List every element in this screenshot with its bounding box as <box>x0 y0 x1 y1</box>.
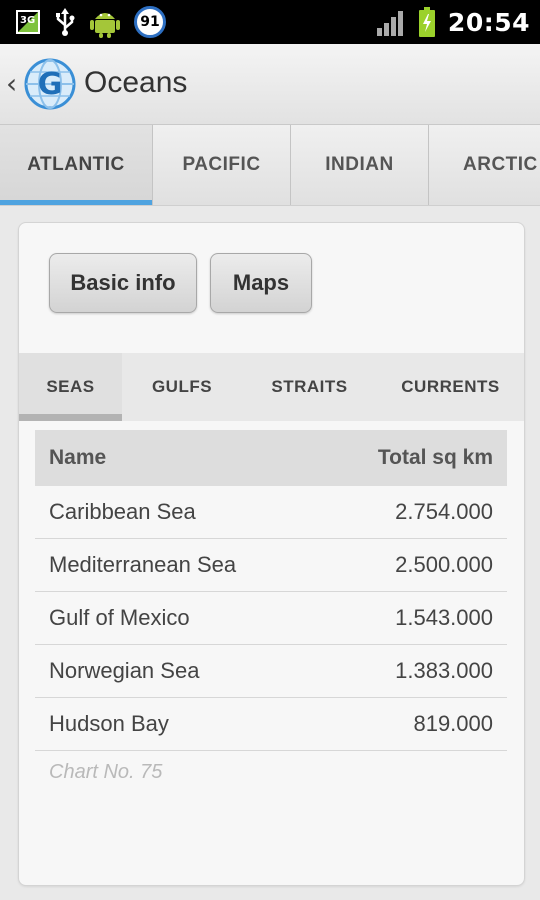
tab-currents[interactable]: CURRENTS <box>377 353 524 421</box>
subtab-label: SEAS <box>46 377 95 396</box>
tab-label: PACIFIC <box>182 154 261 175</box>
usb-icon <box>54 7 76 37</box>
subtab-label: CURRENTS <box>401 377 500 396</box>
subtab-label: STRAITS <box>271 377 348 396</box>
row-area: 2.754.000 <box>395 499 493 524</box>
logo-letter: G <box>38 67 63 102</box>
seas-table: Name Total sq km Caribbean Sea 2.754.000… <box>35 430 507 751</box>
tab-arctic[interactable]: ARCTIC <box>429 125 540 205</box>
header-area[interactable]: Total sq km <box>378 446 493 470</box>
tab-label: ATLANTIC <box>27 154 125 175</box>
tab-straits[interactable]: STRAITS <box>242 353 377 421</box>
notification-badge-icon: 91 <box>134 6 166 38</box>
badge-value: 91 <box>140 14 160 30</box>
globe-logo-icon[interactable]: G <box>24 58 76 110</box>
tab-atlantic[interactable]: ATLANTIC <box>0 125 153 205</box>
row-name: Norwegian Sea <box>49 658 200 683</box>
category-tabs: SEAS GULFS STRAITS CURRENTS <box>19 353 524 421</box>
tab-label: INDIAN <box>325 154 394 175</box>
status-bar: 3G 91 20:54 <box>0 0 540 44</box>
header-name[interactable]: Name <box>49 446 106 470</box>
chevron-left-icon[interactable]: ‹ <box>6 68 17 100</box>
content-card: Basic info Maps SEAS GULFS STRAITS CURRE… <box>18 222 525 886</box>
maps-button[interactable]: Maps <box>210 253 312 313</box>
tab-label: ARCTIC <box>463 154 538 175</box>
table-row[interactable]: Caribbean Sea 2.754.000 <box>35 486 507 539</box>
tab-indian[interactable]: INDIAN <box>291 125 429 205</box>
row-name: Caribbean Sea <box>49 499 196 524</box>
page-title: Oceans <box>84 66 188 99</box>
row-area: 2.500.000 <box>395 552 493 577</box>
row-area: 1.383.000 <box>395 658 493 683</box>
table-row[interactable]: Gulf of Mexico 1.543.000 <box>35 592 507 645</box>
subtab-label: GULFS <box>151 377 213 396</box>
signal-icon <box>376 8 406 36</box>
table-row[interactable]: Norwegian Sea 1.383.000 <box>35 645 507 698</box>
battery-charging-icon <box>418 7 436 37</box>
row-name: Hudson Bay <box>49 711 169 736</box>
basic-info-button[interactable]: Basic info <box>49 253 197 313</box>
status-clock: 20:54 <box>447 7 530 37</box>
sim-3g-icon: 3G <box>14 8 42 36</box>
chart-caption: Chart No. 75 <box>49 761 163 783</box>
row-name: Mediterranean Sea <box>49 552 237 577</box>
row-area: 819.000 <box>413 711 493 736</box>
table-header: Name Total sq km <box>35 430 507 486</box>
tab-seas[interactable]: SEAS <box>19 353 122 421</box>
row-area: 1.543.000 <box>395 605 493 630</box>
ocean-tabs: ATLANTIC PACIFIC INDIAN ARCTIC <box>0 125 540 206</box>
tab-pacific[interactable]: PACIFIC <box>153 125 291 205</box>
android-debug-icon <box>88 5 122 39</box>
tab-gulfs[interactable]: GULFS <box>122 353 242 421</box>
row-name: Gulf of Mexico <box>49 605 190 630</box>
sim-label: 3G <box>20 15 35 26</box>
table-row[interactable]: Mediterranean Sea 2.500.000 <box>35 539 507 592</box>
action-bar: ‹ G Oceans <box>0 44 540 125</box>
table-row[interactable]: Hudson Bay 819.000 <box>35 698 507 751</box>
